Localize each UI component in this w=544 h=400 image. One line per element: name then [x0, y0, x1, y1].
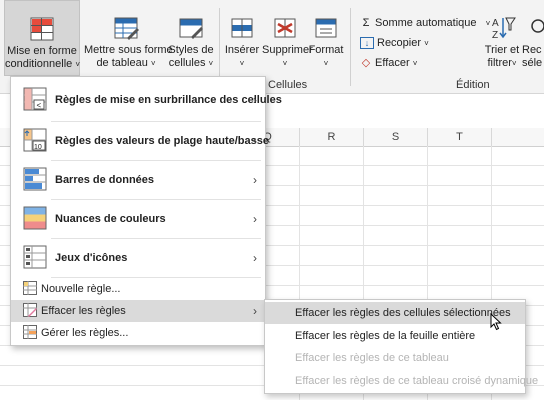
fill-button[interactable]: ↓ Recopier ˅: [360, 37, 429, 49]
top-bottom-rules-icon: 10: [23, 128, 47, 155]
chevron-right-icon: ›: [253, 173, 257, 187]
insert-icon: [228, 14, 256, 42]
format-icon: [312, 14, 340, 42]
find-select-label-2: séle: [522, 57, 543, 69]
svg-text:A: A: [492, 18, 499, 29]
cell-styles-button[interactable]: Styles de cellules ˅: [168, 0, 214, 70]
cell-styles-label-2: cellules: [168, 57, 206, 69]
cell-styles-label-1: Styles de: [168, 44, 214, 56]
chevron-right-icon: ›: [253, 304, 257, 318]
delete-label: Supprimer: [262, 44, 313, 56]
find-select-button[interactable]: Rec séle: [522, 0, 544, 70]
chevron-right-icon: ›: [253, 134, 257, 148]
menu-item-label: Règles de mise en surbrillance des cellu…: [55, 94, 282, 106]
new-rule-icon: [23, 280, 37, 298]
autosum-button[interactable]: Σ Somme automatique ˅: [360, 17, 491, 29]
svg-text:<: <: [37, 101, 42, 110]
svg-text:Z: Z: [492, 30, 498, 41]
clear-rules-submenu: Effacer les règles des cellules sélectio…: [264, 299, 538, 394]
manage-rules-icon: [23, 324, 37, 342]
chevron-down-icon: ˅: [239, 59, 245, 68]
fill-down-icon: ↓: [360, 37, 374, 49]
menu-item-new-rule[interactable]: Nouvelle règle...: [11, 278, 265, 300]
format-label: Format: [308, 44, 344, 56]
column-header-s[interactable]: S: [364, 128, 428, 146]
delete-icon: [271, 14, 299, 42]
clear-button[interactable]: ◇ Effacer ˅: [360, 56, 418, 69]
find-select-label-1: Rec: [522, 44, 542, 56]
format-as-table-label-2: de tableau: [96, 57, 148, 69]
ribbon-separator: [350, 8, 351, 86]
menu-item-color-scales[interactable]: Nuances de couleurs ›: [11, 200, 265, 238]
conditional-formatting-menu: < Règles de mise en surbrillance des cel…: [10, 76, 282, 346]
chevron-down-icon: ˅: [150, 59, 156, 68]
column-header-u[interactable]: [492, 128, 544, 146]
menu-item-clear-rules[interactable]: Effacer les règles ›: [11, 300, 265, 322]
color-scales-icon: [23, 206, 47, 233]
sort-filter-label-2: filtrer: [487, 57, 512, 69]
sort-filter-label-1: Trier et: [484, 44, 520, 56]
icon-sets-icon: [23, 245, 47, 272]
sort-filter-icon: A Z: [488, 14, 516, 42]
data-bars-icon: [23, 167, 47, 194]
sigma-icon: Σ: [362, 17, 370, 29]
menu-item-label: Gérer les règles...: [41, 327, 129, 339]
chevron-down-icon: ˅: [511, 59, 517, 68]
chevron-right-icon: ›: [253, 93, 257, 107]
menu-item-label: Effacer les règles: [41, 305, 126, 317]
menu-item-manage-rules[interactable]: Gérer les règles...: [11, 322, 265, 344]
menu-item-top-bottom-rules[interactable]: 10 Règles des valeurs de plage haute/bas…: [11, 122, 269, 160]
menu-item-data-bars[interactable]: Barres de données ›: [11, 161, 265, 199]
magnifier-icon: [524, 14, 544, 42]
menu-item-label: Jeux d'icônes: [55, 252, 128, 264]
clear-rules-icon: [23, 302, 37, 320]
chevron-down-icon: ˅: [208, 59, 214, 68]
highlight-cells-rules-icon: <: [23, 87, 47, 114]
format-as-table-icon: [112, 14, 140, 42]
menu-item-label: Nuances de couleurs: [55, 213, 166, 225]
insert-button[interactable]: Insérer ˅: [222, 0, 262, 70]
chevron-down-icon: ˅: [412, 59, 418, 68]
autosum-label: Somme automatique: [375, 17, 477, 29]
conditional-formatting-icon: [28, 15, 56, 43]
submenu-item-clear-selected-cells[interactable]: Effacer les règles des cellules sélectio…: [265, 302, 525, 324]
menu-item-highlight-cells-rules[interactable]: < Règles de mise en surbrillance des cel…: [11, 81, 282, 119]
chevron-right-icon: ›: [253, 212, 257, 226]
sort-filter-button[interactable]: A Z Trier et filtrer˅: [482, 0, 522, 70]
delete-button[interactable]: Supprimer ˅: [262, 0, 313, 70]
chevron-down-icon: ˅: [424, 39, 429, 48]
column-header-r[interactable]: R: [300, 128, 364, 146]
format-button[interactable]: Format ˅: [308, 0, 344, 70]
menu-item-label: Règles des valeurs de plage haute/basse: [55, 135, 269, 147]
clear-label: Effacer: [375, 57, 410, 69]
eraser-icon: ◇: [361, 57, 371, 69]
ribbon-separator: [219, 8, 220, 86]
svg-text:10: 10: [34, 144, 42, 151]
format-as-table-label-1: Mettre sous forme: [84, 44, 173, 56]
conditional-formatting-label-2: conditionnelle: [5, 58, 73, 70]
column-header-t[interactable]: T: [428, 128, 492, 146]
editing-group-label: Édition: [456, 79, 490, 91]
chevron-down-icon: ˅: [75, 60, 81, 69]
chevron-down-icon: ˅: [282, 59, 288, 68]
conditional-formatting-label-1: Mise en forme: [7, 45, 77, 57]
format-as-table-button[interactable]: Mettre sous forme de tableau ˅: [84, 0, 173, 70]
submenu-item-clear-pivot-table[interactable]: Effacer les règles de ce tableau croisé …: [265, 370, 538, 392]
submenu-item-clear-entire-sheet[interactable]: Effacer les règles de la feuille entière: [265, 325, 525, 347]
cells-group-label: Cellules: [268, 79, 308, 91]
menu-item-icon-sets[interactable]: Jeux d'icônes ›: [11, 239, 265, 277]
mouse-cursor-icon: [490, 312, 502, 334]
cell-styles-icon: [177, 14, 205, 42]
submenu-item-clear-table[interactable]: Effacer les règles de ce tableau: [265, 347, 525, 369]
chevron-right-icon: ›: [253, 251, 257, 265]
menu-item-label: Nouvelle règle...: [41, 283, 121, 295]
insert-label: Insérer: [224, 44, 260, 56]
conditional-formatting-button[interactable]: Mise en forme conditionnelle ˅: [4, 0, 80, 76]
menu-item-label: Barres de données: [55, 174, 155, 186]
fill-label: Recopier: [377, 37, 422, 49]
chevron-down-icon: ˅: [323, 59, 329, 68]
